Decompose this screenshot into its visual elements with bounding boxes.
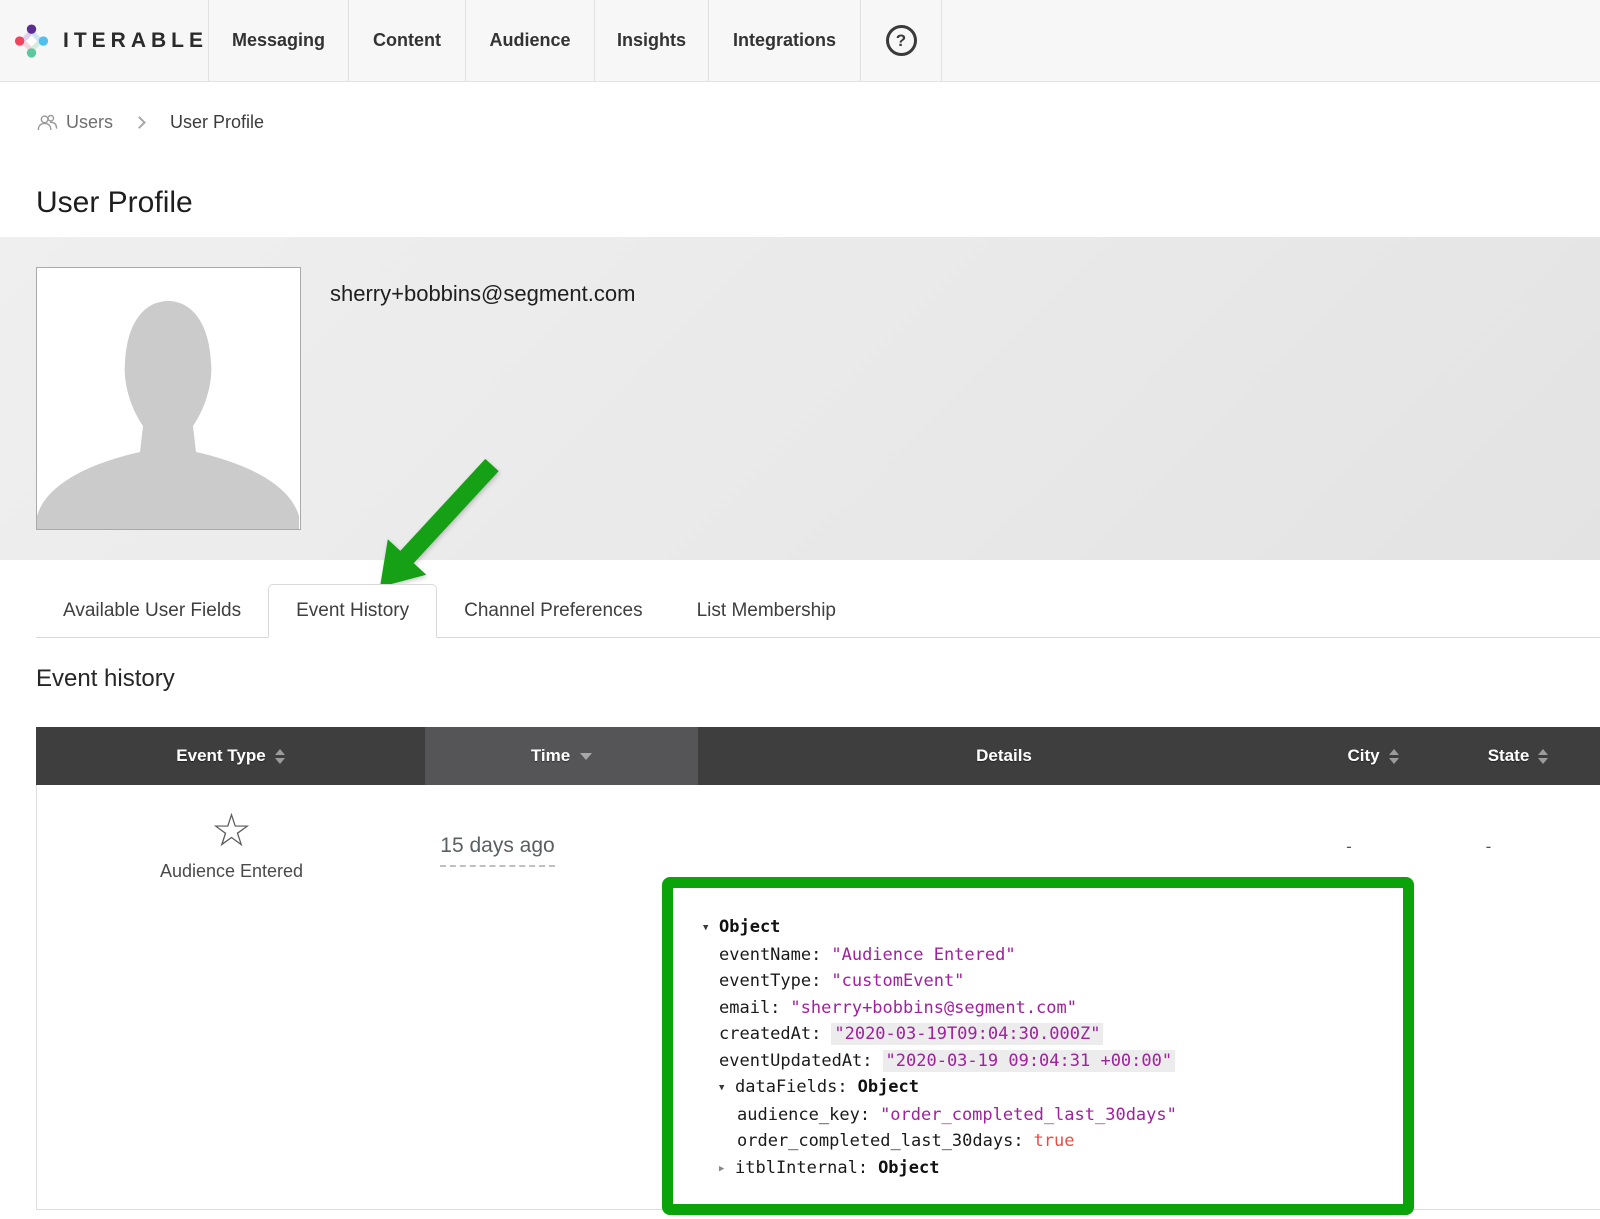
breadcrumb-users-label: Users xyxy=(66,112,113,133)
json-line: order_completed_last_30days:true xyxy=(703,1128,1389,1155)
event-type-label: Audience Entered xyxy=(160,861,303,882)
json-line: eventType:"customEvent" xyxy=(703,968,1389,995)
chevron-right-icon xyxy=(133,116,146,129)
column-header-details: Details xyxy=(698,727,1310,785)
nav-item-insights[interactable]: Insights xyxy=(594,0,708,81)
json-line-itblinternal: ▶itblInternal:Object xyxy=(703,1155,1389,1183)
tabbar-filler xyxy=(863,584,1600,638)
caret-collapsed-icon[interactable]: ▶ xyxy=(719,1156,735,1183)
profile-email: sherry+bobbins@segment.com xyxy=(330,281,635,307)
json-line: createdAt:"2020-03-19T09:04:30.000Z" xyxy=(703,1021,1389,1048)
sort-desc-icon xyxy=(580,753,592,760)
breadcrumb-users-link[interactable]: Users xyxy=(36,112,113,133)
tab-event-history[interactable]: Event History xyxy=(268,584,437,638)
tab-available-user-fields[interactable]: Available User Fields xyxy=(36,584,268,638)
relative-time[interactable]: 15 days ago xyxy=(440,834,554,867)
iterable-logo[interactable]: ITERABLE xyxy=(0,0,208,81)
state-cell: - xyxy=(1437,785,1600,1209)
page-title: User Profile xyxy=(36,186,193,220)
nav-item-messaging[interactable]: Messaging xyxy=(208,0,348,81)
sort-arrows-icon xyxy=(1538,749,1548,764)
event-history-heading: Event history xyxy=(36,665,175,693)
json-line: audience_key:"order_completed_last_30day… xyxy=(703,1102,1389,1129)
nav-item-audience[interactable]: Audience xyxy=(465,0,594,81)
iterable-logo-icon xyxy=(14,13,49,69)
json-line: eventUpdatedAt:"2020-03-19 09:04:31 +00:… xyxy=(703,1048,1389,1075)
help-icon: ? xyxy=(886,25,917,56)
event-type-cell: ☆ Audience Entered xyxy=(37,785,426,1209)
event-table-header: Event Type Time Details City State xyxy=(36,727,1600,785)
sort-arrows-icon xyxy=(275,749,285,764)
json-line-root: ▼Object xyxy=(703,914,1389,942)
brand-name: ITERABLE xyxy=(63,29,208,53)
json-line-datafields: ▼dataFields:Object xyxy=(703,1074,1389,1102)
profile-tabs: Available User Fields Event History Chan… xyxy=(36,584,1600,638)
help-button[interactable]: ? xyxy=(860,0,942,81)
column-header-city[interactable]: City xyxy=(1310,727,1436,785)
event-details-json: ▼Object eventName:"Audience Entered" eve… xyxy=(662,877,1414,1215)
column-header-time[interactable]: Time xyxy=(425,727,698,785)
tab-list-membership[interactable]: List Membership xyxy=(670,584,863,638)
breadcrumb: Users User Profile xyxy=(36,112,264,133)
tab-channel-preferences[interactable]: Channel Preferences xyxy=(437,584,670,638)
star-icon: ☆ xyxy=(211,807,252,853)
avatar xyxy=(36,267,301,530)
column-header-event-type[interactable]: Event Type xyxy=(36,727,425,785)
column-header-state[interactable]: State xyxy=(1436,727,1600,785)
caret-expanded-icon[interactable]: ▼ xyxy=(703,915,719,942)
nav-item-integrations[interactable]: Integrations xyxy=(708,0,860,81)
nav-item-content[interactable]: Content xyxy=(348,0,465,81)
user-profile-screen: ITERABLE Messaging Content Audience Insi… xyxy=(0,0,1600,1219)
avatar-silhouette-icon xyxy=(37,268,300,529)
caret-expanded-icon[interactable]: ▼ xyxy=(719,1075,735,1102)
time-cell: 15 days ago xyxy=(426,785,699,1209)
users-icon xyxy=(36,113,59,132)
profile-hero: sherry+bobbins@segment.com xyxy=(0,237,1600,560)
breadcrumb-current: User Profile xyxy=(170,112,264,133)
top-nav: ITERABLE Messaging Content Audience Insi… xyxy=(0,0,1600,82)
json-line: email:"sherry+bobbins@segment.com" xyxy=(703,995,1389,1022)
sort-arrows-icon xyxy=(1389,749,1399,764)
json-line: eventName:"Audience Entered" xyxy=(703,942,1389,969)
